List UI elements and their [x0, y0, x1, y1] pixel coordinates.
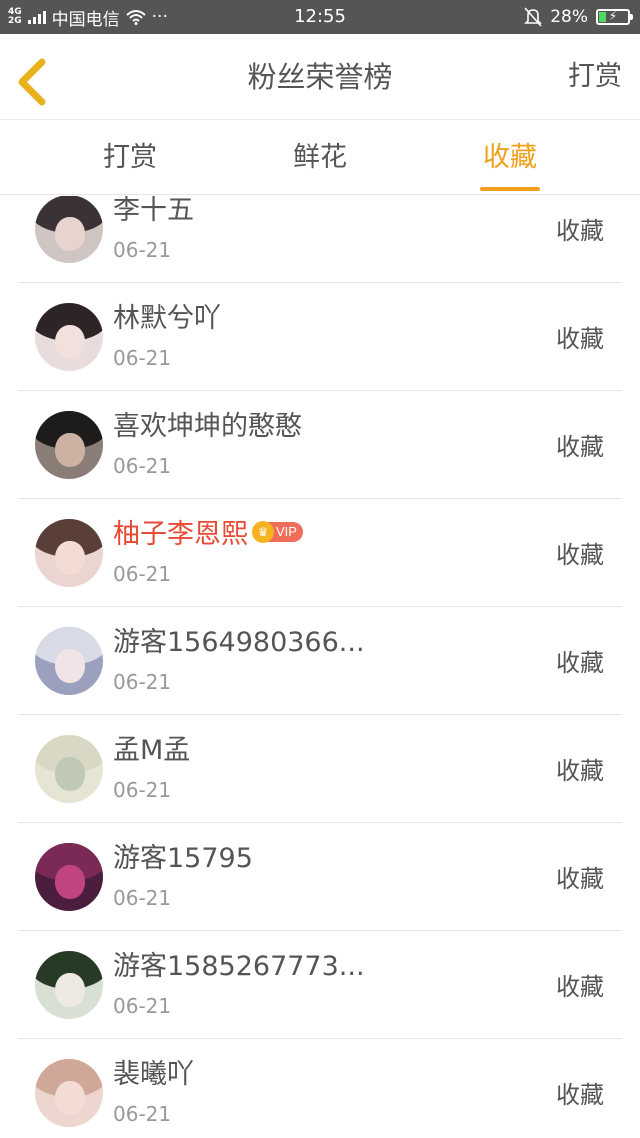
- fan-date: 06-21: [113, 238, 172, 262]
- active-tab-underline: [480, 187, 540, 191]
- tab-label: 收藏: [483, 142, 537, 173]
- fan-name-text: 李十五: [113, 196, 194, 226]
- nav-bar: 粉丝荣誉榜 打赏: [0, 34, 640, 120]
- fan-name[interactable]: 游客1564980366...: [113, 620, 365, 659]
- battery-icon: ⚡: [596, 9, 633, 25]
- fan-action-label: 收藏: [556, 433, 604, 461]
- list-item[interactable]: 喜欢坤坤的憨憨 06-21 收藏: [0, 391, 640, 499]
- fan-name-text: 游客1564980366...: [113, 627, 365, 658]
- list-item[interactable]: 游客15795 06-21 收藏: [0, 823, 640, 931]
- avatar-face: [55, 433, 85, 467]
- tab-flowers[interactable]: 鲜花: [260, 121, 380, 195]
- avatar[interactable]: [35, 303, 103, 371]
- fan-name[interactable]: 游客1585267773...: [113, 944, 365, 983]
- list-item[interactable]: 李十五 06-21 收藏: [0, 196, 640, 283]
- fan-action-label: 收藏: [556, 649, 604, 677]
- crown-icon: ♛: [252, 520, 274, 543]
- list-item[interactable]: 游客1564980366... 06-21 收藏: [0, 607, 640, 715]
- tab-label: 鲜花: [293, 142, 347, 173]
- fan-action-label: 收藏: [556, 865, 604, 893]
- fan-name[interactable]: 裴曦吖: [113, 1052, 194, 1091]
- fan-action-label: 收藏: [556, 541, 604, 569]
- fan-name-text: 孟M孟: [113, 735, 191, 766]
- fan-name[interactable]: 李十五: [113, 196, 194, 227]
- mute-bell-icon: [524, 7, 543, 27]
- tab-favorites[interactable]: 收藏: [450, 121, 570, 195]
- fan-date: 06-21: [113, 670, 172, 694]
- tab-bar: 打赏 鲜花 收藏: [0, 121, 640, 195]
- avatar[interactable]: [35, 627, 103, 695]
- avatar[interactable]: [35, 411, 103, 479]
- avatar-face: [55, 217, 85, 251]
- avatar-face: [55, 541, 85, 575]
- list-item[interactable]: 游客1585267773... 06-21 收藏: [0, 931, 640, 1039]
- fan-action-label: 收藏: [556, 973, 604, 1001]
- avatar[interactable]: [35, 519, 103, 587]
- list-item[interactable]: 孟M孟 06-21 收藏: [0, 715, 640, 823]
- status-right: 28% ⚡: [524, 0, 633, 34]
- avatar[interactable]: [35, 1059, 103, 1127]
- fan-name[interactable]: 林默兮吖: [113, 296, 221, 335]
- avatar-face: [55, 649, 85, 683]
- fan-name-text: 柚子李恩熙: [113, 519, 248, 550]
- fan-list[interactable]: 李十五 06-21 收藏 林默兮吖 06-21 收藏 喜欢坤坤的憨憨 06-21 收藏 柚子李恩熙…: [0, 196, 640, 1138]
- page-title: 粉丝荣誉榜: [247, 60, 393, 94]
- fan-action-label: 收藏: [556, 757, 604, 785]
- fan-date: 06-21: [113, 778, 172, 802]
- avatar-face: [55, 325, 85, 359]
- list-item[interactable]: 柚子李恩熙 ♛ VIP 06-21 收藏: [0, 499, 640, 607]
- fan-name-text: 喜欢坤坤的憨憨: [113, 411, 302, 442]
- avatar-face: [55, 1081, 85, 1115]
- fan-name[interactable]: 孟M孟: [113, 728, 190, 767]
- fan-action-label: 收藏: [556, 217, 604, 245]
- fan-date: 06-21: [113, 886, 172, 910]
- avatar-face: [55, 757, 85, 791]
- battery-percent: 28%: [550, 7, 588, 27]
- fan-action-label: 收藏: [556, 325, 604, 353]
- avatar[interactable]: [35, 196, 103, 263]
- fan-date: 06-21: [113, 994, 172, 1018]
- avatar[interactable]: [35, 843, 103, 911]
- fan-name-text: 游客15795: [113, 843, 253, 874]
- avatar[interactable]: [35, 735, 103, 803]
- avatar-face: [55, 973, 85, 1007]
- fan-name[interactable]: 游客15795: [113, 836, 253, 875]
- charging-icon: ⚡: [608, 9, 618, 23]
- fan-date: 06-21: [113, 562, 172, 586]
- list-item[interactable]: 裴曦吖 06-21 收藏: [0, 1039, 640, 1138]
- vip-badge: ♛ VIP: [252, 520, 303, 543]
- list-item[interactable]: 林默兮吖 06-21 收藏: [0, 283, 640, 391]
- fan-name-text: 游客1585267773...: [113, 951, 365, 982]
- fan-date: 06-21: [113, 454, 172, 478]
- fan-date: 06-21: [113, 346, 172, 370]
- avatar-face: [55, 865, 85, 899]
- avatar[interactable]: [35, 951, 103, 1019]
- fan-action-label: 收藏: [556, 1081, 604, 1109]
- tab-label: 打赏: [103, 142, 157, 173]
- fan-name-text: 裴曦吖: [113, 1059, 194, 1090]
- fan-name-text: 林默兮吖: [113, 303, 221, 334]
- fan-name[interactable]: 喜欢坤坤的憨憨: [113, 404, 302, 443]
- fan-date: 06-21: [113, 1102, 172, 1126]
- tab-reward[interactable]: 打赏: [70, 121, 190, 195]
- status-bar: 4G 2G 中国电信 ··· 12:55 28% ⚡: [0, 0, 640, 34]
- reward-button[interactable]: 打赏: [568, 34, 622, 120]
- fan-name[interactable]: 柚子李恩熙 ♛ VIP: [113, 512, 303, 551]
